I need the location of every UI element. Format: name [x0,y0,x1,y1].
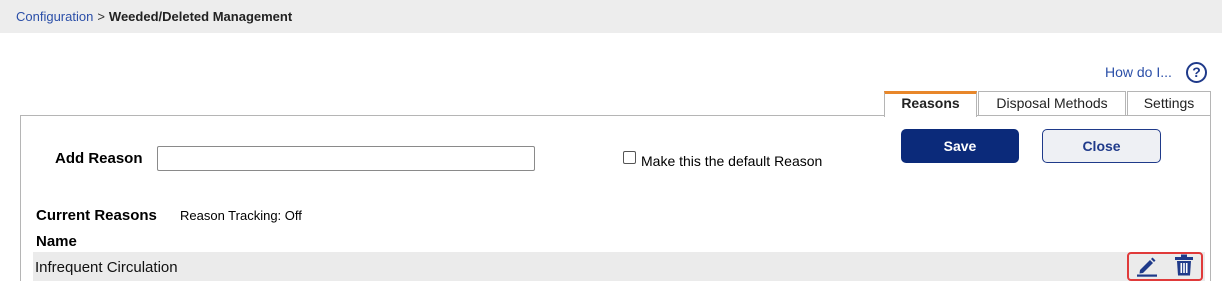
tab-disposal-methods[interactable]: Disposal Methods [978,91,1126,116]
tab-settings[interactable]: Settings [1127,91,1211,116]
column-header-name: Name [36,233,77,250]
breadcrumb-current-page: Weeded/Deleted Management [108,9,293,24]
reason-name-cell: Infrequent Circulation [35,259,178,276]
question-circle-icon[interactable]: ? [1186,62,1207,83]
save-button[interactable]: Save [901,129,1019,163]
default-reason-label: Make this the default Reason [641,153,823,169]
trash-delete-icon[interactable] [1174,254,1194,276]
add-reason-input[interactable] [157,146,535,171]
close-button[interactable]: Close [1042,129,1161,163]
table-row: Infrequent Circulation [33,252,1205,281]
how-do-i-link[interactable]: How do I... [1105,64,1172,80]
default-reason-checkbox[interactable] [623,151,636,164]
breadcrumb-separator: > [97,9,105,24]
tab-reasons[interactable]: Reasons [884,91,977,117]
pencil-edit-icon[interactable] [1136,255,1158,277]
reason-tracking-status: Reason Tracking: Off [180,208,302,223]
current-reasons-heading: Current Reasons [36,207,157,224]
breadcrumb-link-configuration[interactable]: Configuration [16,9,93,24]
breadcrumb: Configuration > Weeded/Deleted Management [0,0,1222,33]
add-reason-label: Add Reason [55,150,143,167]
